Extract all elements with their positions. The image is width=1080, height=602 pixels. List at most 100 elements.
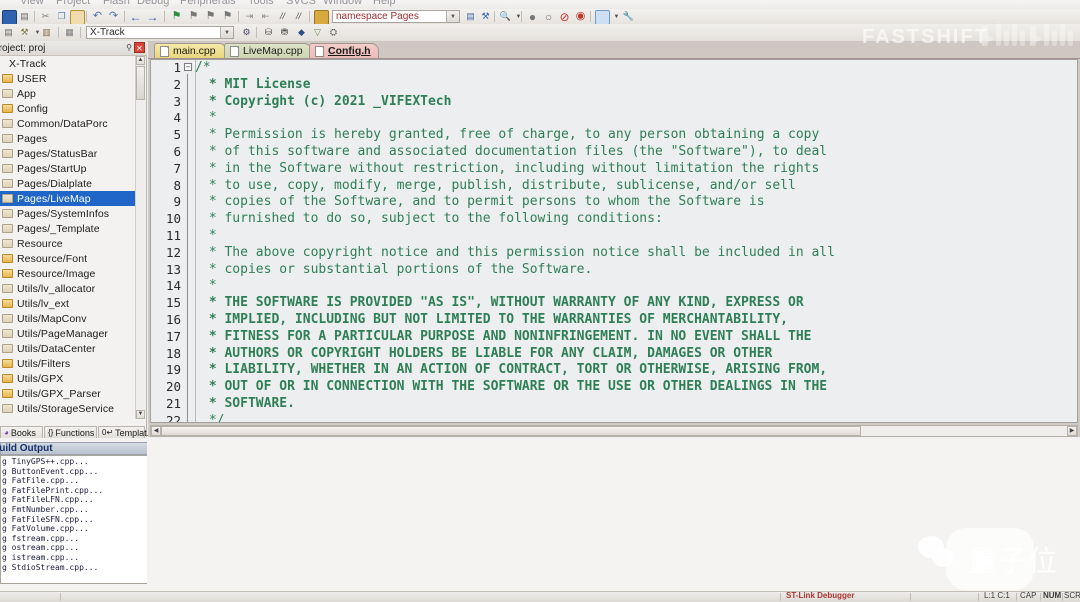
menu-item-peripherals[interactable]: Peripherals xyxy=(180,0,236,7)
tree-item-utils-filters[interactable]: Utils/Filters xyxy=(0,356,137,371)
tree-item-utils-lv-ext[interactable]: Utils/lv_ext xyxy=(0,296,137,311)
cut-icon[interactable]: ✂ xyxy=(39,10,52,23)
tree-item-utils-mapconv[interactable]: Utils/MapConv xyxy=(0,311,137,326)
outdent-icon[interactable]: ⇤ xyxy=(259,10,272,23)
tab-books[interactable]: ◕ Books xyxy=(0,426,43,438)
editor-tab-config-h[interactable]: Config.h xyxy=(309,43,379,58)
project-panel-titlebar: Project: proj ⚲ ✕ xyxy=(0,41,147,56)
translate-icon[interactable]: ▤ xyxy=(2,26,15,39)
tab-templates[interactable]: 0↵ Templat... xyxy=(98,426,154,438)
indent-icon[interactable]: ⇥ xyxy=(243,10,256,23)
menu-item-tools[interactable]: Tools xyxy=(248,0,274,7)
tree-item-pages-startup[interactable]: Pages/StartUp xyxy=(0,161,137,176)
copy-icon[interactable]: ❐ xyxy=(55,10,68,23)
tab-functions[interactable]: {} Functions xyxy=(44,426,97,438)
bookmark-prev-icon[interactable]: ⚑ xyxy=(204,10,217,23)
load-icon[interactable]: ⛭ xyxy=(327,26,340,39)
scrollbar-thumb[interactable] xyxy=(136,66,145,100)
tree-item-pages-systeminfos[interactable]: Pages/SystemInfos xyxy=(0,206,137,221)
debug-stop-icon[interactable]: ▽ xyxy=(311,26,324,39)
menu-item-debug[interactable]: Debug xyxy=(137,0,169,7)
fold-toggle-icon[interactable]: − xyxy=(184,63,192,71)
output-panel-body[interactable]: g TinyGPS++.cpp... g ButtonEvent.cpp... … xyxy=(0,455,147,584)
tree-item-utils-pagemanager[interactable]: Utils/PageManager xyxy=(0,326,137,341)
project-tree[interactable]: X-Track USER App Config Common/DataPorc … xyxy=(0,56,137,419)
build-separator-3 xyxy=(256,27,257,38)
close-icon[interactable]: ✕ xyxy=(134,42,145,53)
tree-item-utils-lv-allocator[interactable]: Utils/lv_allocator xyxy=(0,281,137,296)
breakpoint-kill-all-icon[interactable]: ⊘ xyxy=(558,10,571,23)
breakpoint-disable-icon[interactable]: ○ xyxy=(542,10,555,23)
menu-item-project[interactable]: Project xyxy=(56,0,90,7)
bookmark-icon[interactable]: ⚑ xyxy=(170,10,183,23)
bookmark-clear-icon[interactable]: ⚑ xyxy=(221,10,234,23)
code-view[interactable]: 1−/* 2 * MIT License 3 * Copyright (c) 2… xyxy=(150,59,1078,423)
menu-item-view[interactable]: View xyxy=(20,0,44,7)
menu-item-help[interactable]: Help xyxy=(373,0,396,7)
manage-window-icon[interactable] xyxy=(595,10,610,24)
target-options-icon[interactable] xyxy=(314,10,329,24)
scroll-down-icon[interactable]: ▼ xyxy=(136,410,145,419)
tree-item-pages[interactable]: Pages xyxy=(0,131,137,146)
find-icon[interactable]: 🔍 xyxy=(499,10,512,23)
new-file-icon[interactable]: ▤ xyxy=(464,10,477,23)
pin-icon[interactable]: ⚲ xyxy=(126,43,132,52)
download-icon[interactable]: ⛁ xyxy=(262,26,275,39)
redo-icon[interactable]: ↷ xyxy=(107,10,120,23)
bookmark-next-icon[interactable]: ⚑ xyxy=(187,10,200,23)
tree-item-pages-statusbar[interactable]: Pages/StatusBar xyxy=(0,146,137,161)
menu-item-svcs[interactable]: SVCS xyxy=(286,0,316,7)
save-icon[interactable] xyxy=(2,10,17,24)
tree-item-utils-datacenter[interactable]: Utils/DataCenter xyxy=(0,341,137,356)
namespace-combo[interactable]: namespace Pages ▼ xyxy=(332,10,460,23)
tree-item-utils-gpx-parser[interactable]: Utils/GPX_Parser xyxy=(0,386,137,401)
paste-icon[interactable] xyxy=(70,10,85,24)
uncomment-icon[interactable]: // xyxy=(292,10,305,23)
folder-icon xyxy=(2,89,13,98)
tree-item-app[interactable]: App xyxy=(0,86,137,101)
chevron-down-icon[interactable]: ▼ xyxy=(446,11,459,22)
save-all-icon[interactable]: ▤ xyxy=(18,10,31,23)
tree-item-pages-dialplate[interactable]: Pages/Dialplate xyxy=(0,176,137,191)
bookmark-toggle-icon[interactable]: ◉ xyxy=(574,10,587,23)
scroll-up-icon[interactable]: ▲ xyxy=(136,56,145,65)
navigate-back-icon[interactable]: ← xyxy=(129,10,142,23)
build-icon[interactable]: ⚒ xyxy=(479,10,492,23)
tree-item-pages-livemap[interactable]: Pages/LiveMap xyxy=(0,191,137,206)
menu-item-window[interactable]: Window xyxy=(323,0,362,7)
debug-start-icon[interactable]: ◆ xyxy=(295,26,308,39)
tree-item-utils-gpx[interactable]: Utils/GPX xyxy=(0,371,137,386)
scroll-left-icon[interactable]: ◀ xyxy=(151,426,161,436)
build-target-icon[interactable]: ⚒ xyxy=(18,26,31,39)
scroll-right-icon[interactable]: ▶ xyxy=(1067,426,1077,436)
tree-item-config[interactable]: Config xyxy=(0,101,137,116)
tree-item-resource[interactable]: Resource xyxy=(0,236,137,251)
batch-build-icon[interactable]: ▦ xyxy=(63,26,76,39)
tree-item-resource-font[interactable]: Resource/Font xyxy=(0,251,137,266)
breakpoint-icon[interactable]: ● xyxy=(526,10,539,23)
manage-components-icon[interactable]: ⛃ xyxy=(278,26,291,39)
chevron-down-icon[interactable]: ▼ xyxy=(220,27,233,38)
tree-item-user[interactable]: USER xyxy=(0,71,137,86)
find-dropdown-icon[interactable]: ▼ xyxy=(512,10,525,23)
comment-icon[interactable]: // xyxy=(276,10,289,23)
target-combo[interactable]: X-Track ▼ xyxy=(86,26,234,39)
tree-item-resource-image[interactable]: Resource/Image xyxy=(0,266,137,281)
hscrollbar-thumb[interactable] xyxy=(161,426,861,436)
code-lines[interactable]: 1−/* 2 * MIT License 3 * Copyright (c) 2… xyxy=(151,60,1077,422)
target-options-icon[interactable]: ⚙ xyxy=(240,26,253,39)
tree-item-common-dataporc[interactable]: Common/DataPorc xyxy=(0,116,137,131)
tree-item-pages-template[interactable]: Pages/_Template xyxy=(0,221,137,236)
editor-tab-main-cpp[interactable]: main.cpp xyxy=(154,43,227,58)
project-tree-scrollbar[interactable]: ▲ ▼ xyxy=(135,56,145,419)
editor-tab-livemap-cpp[interactable]: LiveMap.cpp xyxy=(224,43,312,58)
tree-item-root[interactable]: X-Track xyxy=(0,56,137,71)
menu-item-flash[interactable]: Flash xyxy=(103,0,130,7)
navigate-forward-icon[interactable]: → xyxy=(146,10,159,23)
rebuild-icon[interactable]: ▥ xyxy=(40,26,53,39)
undo-icon[interactable]: ↶ xyxy=(91,10,104,23)
tree-item-utils-storageservice[interactable]: Utils/StorageService xyxy=(0,401,137,416)
code-hscrollbar[interactable]: ◀ ▶ xyxy=(150,425,1078,437)
main-toolbar: ▤ ✂ ❐ ↶ ↷ ← → ⚑ ⚑ ⚑ ⚑ ⇥ ⇤ // // namespac… xyxy=(0,9,1080,25)
configure-icon[interactable]: 🔧 xyxy=(622,10,635,23)
